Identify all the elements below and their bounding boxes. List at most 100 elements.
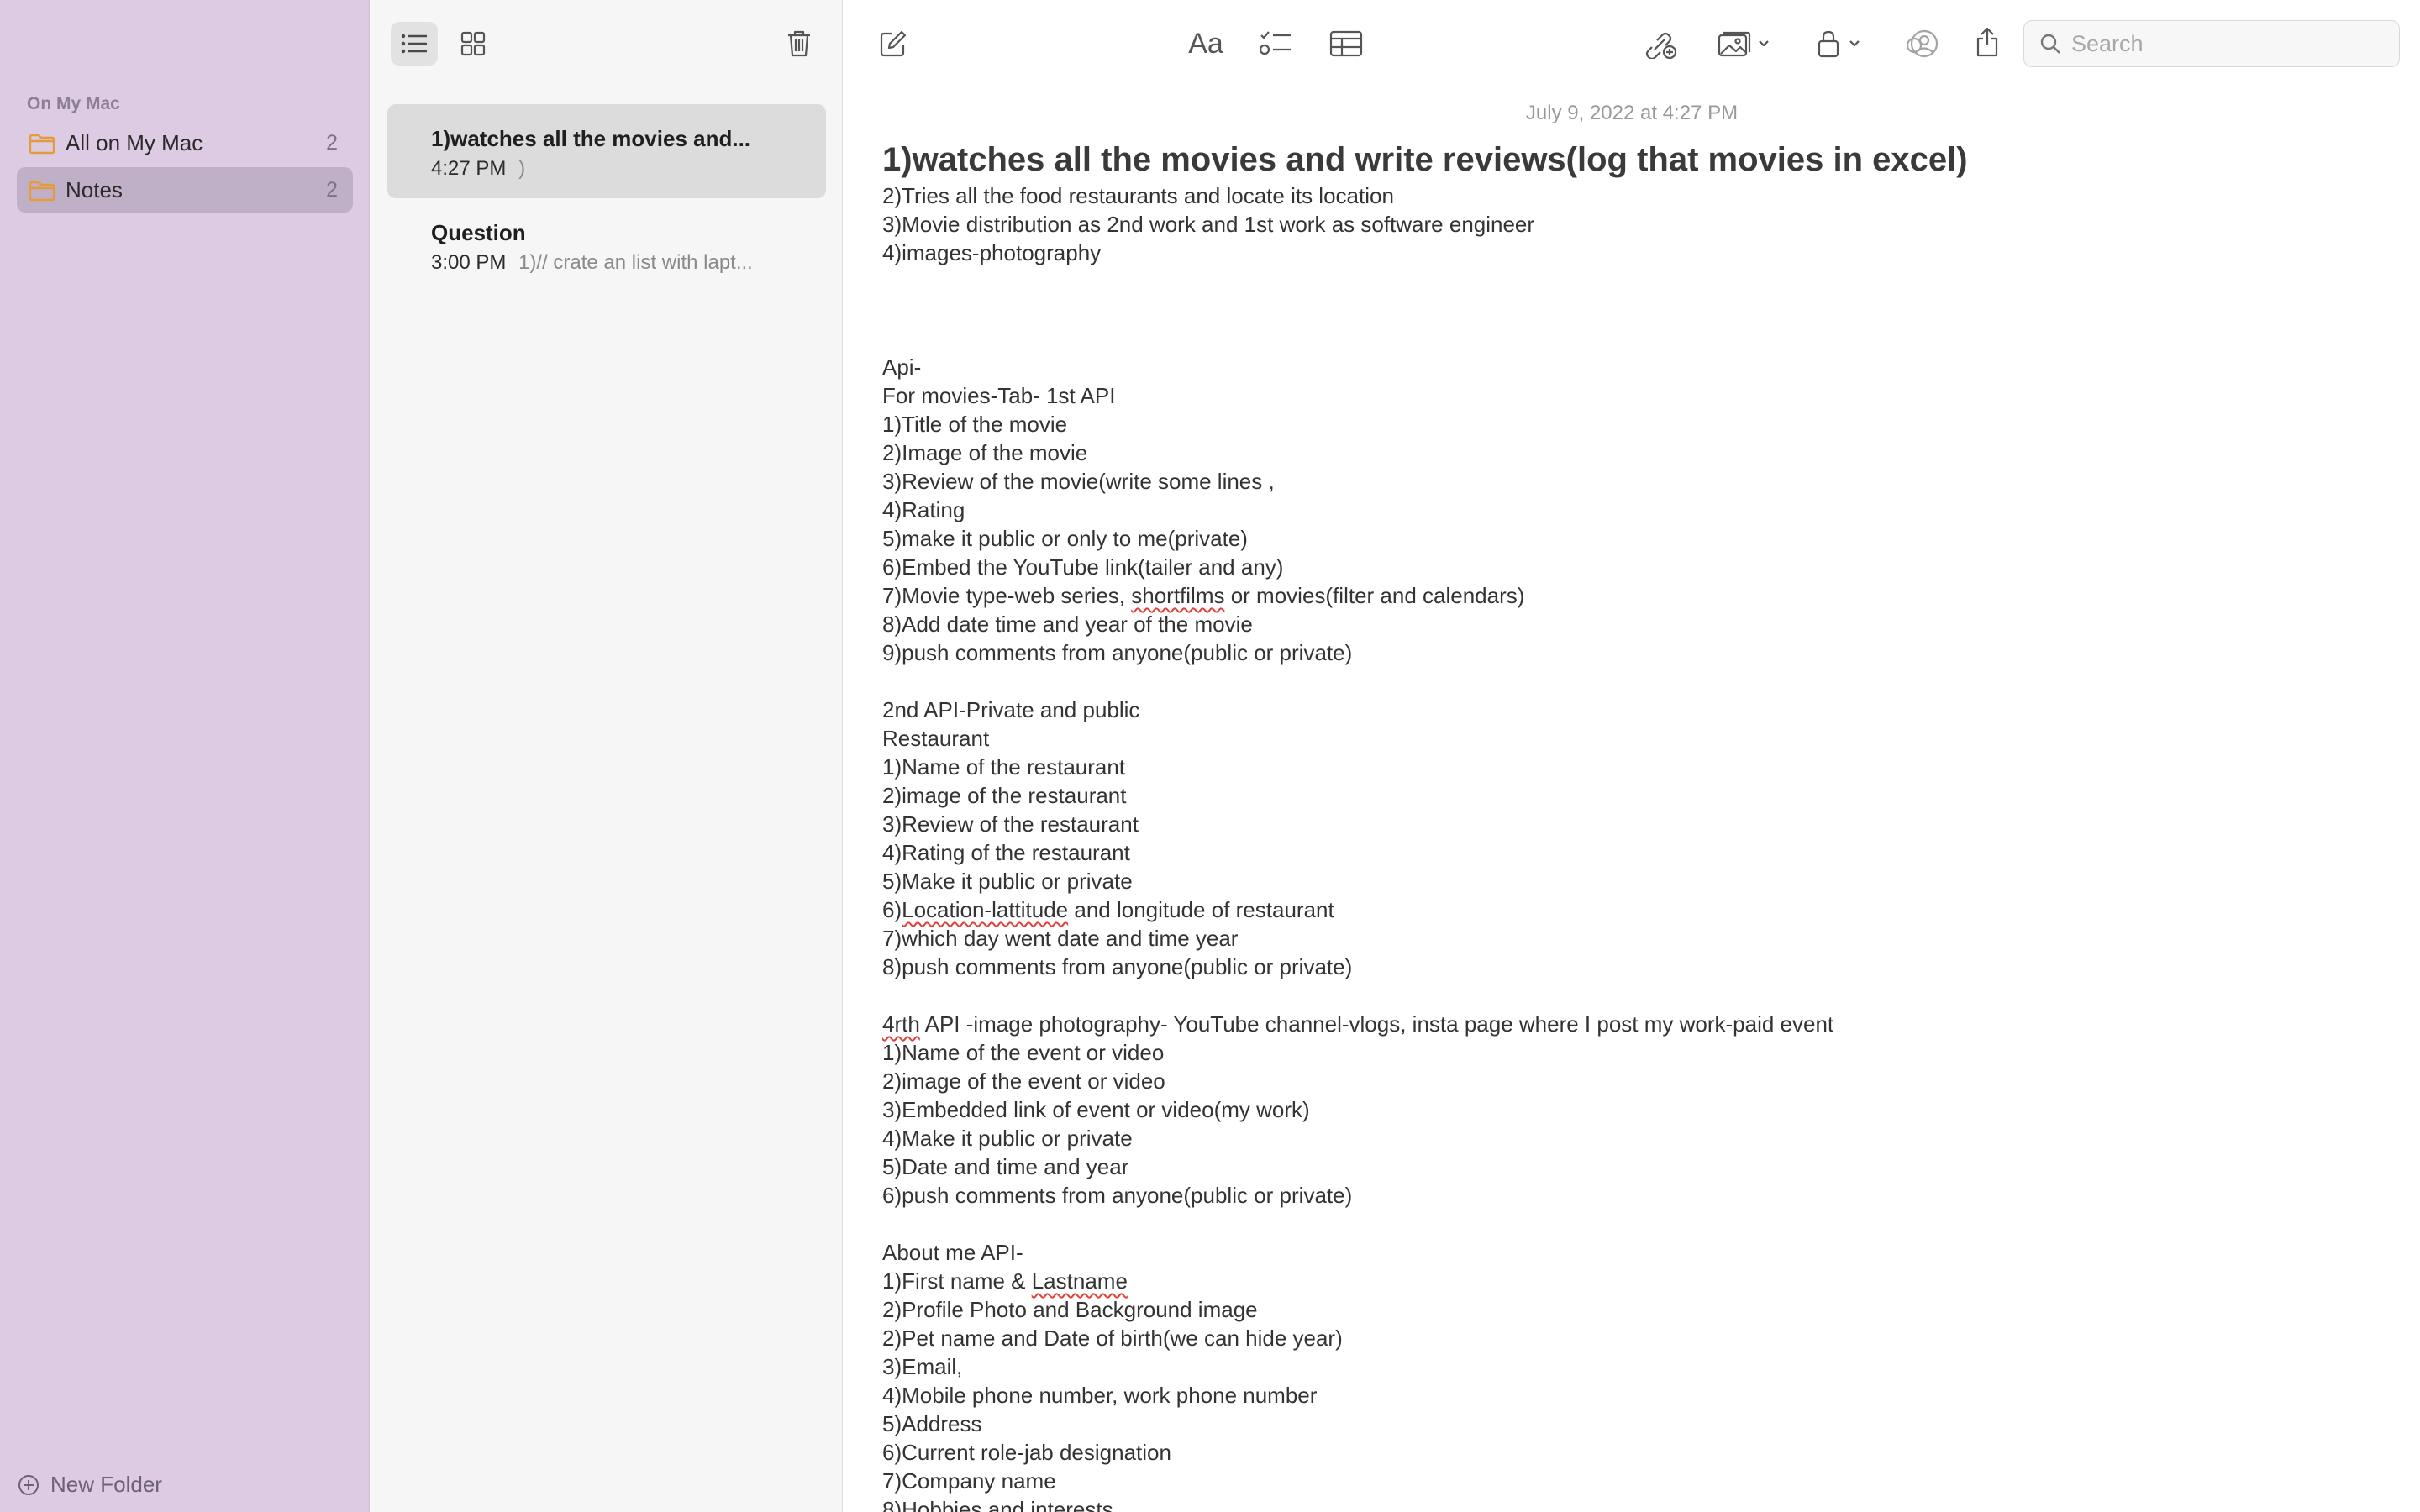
note-line: 7)which day went date and time year <box>882 926 1239 951</box>
share-icon <box>1975 26 2000 58</box>
note-meta: 3:00 PM 1)// crate an list with lapt... <box>431 251 801 275</box>
note-line <box>882 981 2378 1010</box>
note-line: 3)Embedded link of event or video(my wor… <box>882 1097 1310 1122</box>
note-line: 6)Current role-jab designation <box>882 1440 1171 1465</box>
note-line: 3)Movie distribution as 2nd work and 1st… <box>882 212 1535 237</box>
note-line: 5)Make it public or private <box>882 869 1133 894</box>
sidebar-item-notes[interactable]: Notes 2 <box>17 167 353 213</box>
note-line: 7)Company name <box>882 1468 1056 1494</box>
delete-note-button[interactable] <box>777 22 821 66</box>
note-line: 1)First name & Lastname <box>882 1268 1128 1294</box>
search-icon <box>2039 33 2061 55</box>
note-line: 8)Hobbies and interests <box>882 1497 1113 1512</box>
note-date: July 9, 2022 at 4:27 PM <box>1525 102 1739 124</box>
note-list-pane: 1)watches all the movies and... 4:27 PM … <box>371 0 843 1512</box>
gallery-view-button[interactable] <box>450 22 497 66</box>
misspelled-word: Lastname <box>1031 1268 1128 1294</box>
note-preview: 1)// crate an list with lapt... <box>518 251 753 274</box>
media-button[interactable] <box>1709 24 1780 64</box>
note-line: 5)Date and time and year <box>882 1154 1129 1179</box>
lock-icon <box>1817 29 1864 58</box>
note-line: 5)Address <box>882 1411 982 1436</box>
collaborate-icon <box>1644 29 1677 59</box>
new-folder-button[interactable]: New Folder <box>17 1472 162 1498</box>
folder-label: Notes <box>66 176 123 202</box>
note-line: 3)Review of the restaurant <box>882 811 1139 837</box>
note-title: 1)watches all the movies and... <box>431 126 751 151</box>
note-line <box>882 324 2378 353</box>
folder-count: 2 <box>326 130 338 155</box>
note-time: 3:00 PM <box>431 251 507 274</box>
collaborate-button[interactable] <box>1637 24 1684 64</box>
note-line: 5)make it public or only to me(private) <box>882 526 1248 551</box>
table-button[interactable] <box>1323 24 1370 64</box>
note-line: 3)Email, <box>882 1354 963 1379</box>
folder-count: 2 <box>326 177 338 202</box>
search-field[interactable] <box>2023 20 2400 67</box>
note-line: Api- <box>882 354 922 380</box>
share-people-button[interactable] <box>1901 24 1944 64</box>
note-preview: ) <box>518 157 526 180</box>
note-line: 9)push comments from anyone(public or pr… <box>882 640 1353 665</box>
note-line: 1)Name of the event or video <box>882 1040 1165 1065</box>
note-line: 2nd API-Private and public <box>882 697 1140 722</box>
note-body[interactable]: 2)Tries all the food restaurants and loc… <box>882 181 2378 1512</box>
note-line: 4)images-photography <box>882 240 1102 265</box>
note-heading[interactable]: 1)watches all the movies and write revie… <box>882 141 1968 179</box>
sidebar: On My Mac All on My Mac 2 Notes 2 New Fo… <box>0 0 370 1512</box>
note-line: 2)Profile Photo and Background image <box>882 1297 1258 1322</box>
note-list-item[interactable]: Question 3:00 PM 1)// crate an list with… <box>387 198 826 292</box>
list-view-button[interactable] <box>391 22 438 66</box>
note-line: 4rth API -image photography- YouTube cha… <box>882 1011 1834 1037</box>
gallery-view-icon <box>460 31 486 56</box>
sidebar-item-all-on-my-mac[interactable]: All on My Mac 2 <box>17 120 353 165</box>
table-icon <box>1329 30 1363 57</box>
folder-icon <box>29 133 55 155</box>
search-input[interactable] <box>2071 30 2391 57</box>
folder-icon <box>29 180 55 202</box>
checklist-button[interactable] <box>1252 24 1299 64</box>
plus-circle-icon <box>17 1473 40 1497</box>
share-button[interactable] <box>1966 20 2008 64</box>
media-icon <box>1718 30 1771 57</box>
note-editor: Aa Search July 9, 2022 at 4:27 PM 1)watc… <box>844 0 2420 1512</box>
note-line: 8)Add date time and year of the movie <box>882 612 1253 637</box>
format-text-icon: Aa <box>1188 27 1223 60</box>
note-line: 1)Name of the restaurant <box>882 754 1126 780</box>
note-line: 4)Make it public or private <box>882 1126 1133 1151</box>
note-list-item[interactable]: 1)watches all the movies and... 4:27 PM … <box>387 104 826 198</box>
note-line: 2)Pet name and Date of birth(we can hide… <box>882 1326 1343 1351</box>
note-line: 4)Mobile phone number, work phone number <box>882 1383 1318 1408</box>
note-line: 6)push comments from anyone(public or pr… <box>882 1183 1353 1208</box>
note-line: 2)image of the event or video <box>882 1068 1165 1094</box>
note-line: For movies-Tab- 1st API <box>882 383 1116 408</box>
note-line: Restaurant <box>882 726 990 751</box>
compose-icon <box>879 29 908 58</box>
note-line: 8)push comments from anyone(public or pr… <box>882 954 1353 979</box>
note-line <box>882 267 2378 296</box>
sidebar-section-title: On My Mac <box>27 94 120 113</box>
new-note-button[interactable] <box>872 24 914 64</box>
note-line: 4)Rating of the restaurant <box>882 840 1130 865</box>
note-line: 6)Embed the YouTube link(tailer and any) <box>882 554 1284 580</box>
new-folder-label: New Folder <box>50 1472 162 1497</box>
trash-icon <box>786 29 812 58</box>
folder-label: All on My Mac <box>66 129 203 155</box>
note-title: Question <box>431 220 526 245</box>
note-meta: 4:27 PM ) <box>431 157 801 181</box>
lock-button[interactable] <box>1810 24 1870 64</box>
misspelled-word: 4rth <box>882 1011 920 1037</box>
misspelled-word: Location-lattitude <box>902 897 1069 922</box>
note-line: 6)Location-lattitude and longitude of re… <box>882 897 1334 922</box>
list-view-icon <box>401 33 428 55</box>
note-line: 3)Review of the movie(write some lines , <box>882 469 1275 494</box>
note-line <box>882 1210 2378 1238</box>
note-line: 1)Title of the movie <box>882 412 1068 437</box>
editor-toolbar: Aa <box>844 0 2420 87</box>
note-list-toolbar <box>371 0 843 87</box>
note-line: About me API- <box>882 1240 1023 1265</box>
note-time: 4:27 PM <box>431 157 507 180</box>
format-button[interactable]: Aa <box>1180 24 1232 64</box>
note-line <box>882 296 2378 324</box>
share-people-icon <box>1906 29 1939 59</box>
